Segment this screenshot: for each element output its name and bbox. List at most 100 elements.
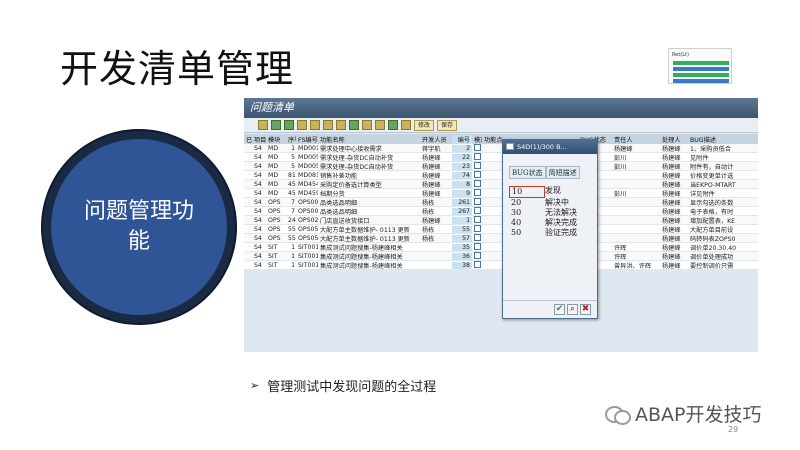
find-icon[interactable] (297, 120, 307, 130)
cell-number: 57 (452, 234, 472, 242)
col-responsible[interactable]: 责任人 (612, 135, 660, 144)
view-icon[interactable] (349, 120, 359, 130)
cell-module: OPS (268, 216, 281, 224)
export-icon[interactable] (362, 120, 372, 130)
cancel-icon[interactable]: ✖ (580, 304, 591, 315)
cell-handler: 杨建峰 (662, 244, 681, 252)
detail-icon[interactable] (474, 152, 481, 160)
cell-function-name: 集成测试问题搜集-杨建峰相关 (320, 262, 403, 270)
cell-seq: 24 (288, 216, 296, 224)
cell-project: S4 (254, 234, 262, 242)
cell-fs-no: OPS024 (298, 216, 318, 224)
table-row[interactable]: S4SIT1SIT001集成测试问题搜集-杨建峰相关3810曾异洪、许辉杨建峰要… (244, 260, 758, 270)
sum-icon[interactable] (310, 120, 320, 130)
cell-function-name: 门店直送收货接口 (320, 217, 370, 225)
status-option[interactable]: 10 发现 (509, 186, 593, 198)
thumbnail-bar (673, 73, 729, 77)
grid-body: S4MD1MD001需求处理中心接收需求蒋宇航210杨建峰杨建峰1、采购员低合S… (244, 143, 758, 270)
detail-icon[interactable] (474, 233, 481, 241)
sap-toolbar: 修改 保存 (244, 118, 758, 133)
detail-icon[interactable] (474, 206, 481, 214)
layout-icon[interactable] (375, 120, 385, 130)
status-text: 发现 (545, 186, 561, 195)
grid-header: 已 项目 模块 序号 FS编号 功能名称 开发人员 编号 模式 功能点 BUG状… (244, 134, 758, 144)
col-module[interactable]: 模块 (266, 135, 286, 144)
col-bug-desc[interactable]: BUG描述 (688, 135, 740, 144)
detail-icon[interactable] (474, 215, 481, 223)
cell-handler: 杨建峰 (662, 199, 681, 207)
search-icon[interactable]: ⌕ (567, 304, 578, 315)
subtotal-icon[interactable] (323, 120, 333, 130)
cell-bug-desc: 附件有，自动计 (690, 163, 734, 171)
edit-button[interactable]: 修改 (414, 119, 435, 131)
cell-bug-desc: 码转码表ZOPS0 (690, 235, 736, 243)
detail-icon[interactable] (474, 188, 481, 196)
filter-icon[interactable] (258, 120, 268, 130)
detail-icon[interactable] (474, 179, 481, 187)
print-icon[interactable] (336, 120, 346, 130)
col-fs-no[interactable]: FS编号 (296, 135, 318, 144)
cell-project: S4 (254, 198, 262, 206)
detail-icon[interactable] (474, 224, 481, 232)
sap-window-title: 问题清单 (244, 98, 758, 118)
cell-mode (472, 152, 482, 162)
cell-function-name: 集成测试问题搜集-杨建峰相关 (320, 253, 403, 261)
detail-icon[interactable] (474, 242, 481, 250)
confirm-icon[interactable]: ✔ (554, 304, 565, 315)
settings-icon[interactable] (388, 120, 398, 130)
status-code: 30 (511, 208, 522, 217)
cell-developer: 杨建峰 (422, 154, 441, 162)
col-function-name[interactable]: 功能名称 (318, 135, 420, 144)
cell-handler: 杨建峰 (662, 154, 681, 162)
cell-responsible: 许辉 (614, 253, 627, 261)
col-project[interactable]: 项目 (252, 135, 266, 144)
cell-developer: 杨栋 (422, 235, 435, 243)
status-code: 10 (509, 186, 545, 198)
cell-fs-no: OPS007 (298, 207, 318, 215)
cell-function-name: 需求处理-杂货DC自动补货 (320, 163, 394, 171)
detail-icon[interactable] (401, 120, 411, 130)
cell-handler: 杨建峰 (662, 190, 681, 198)
status-help-popup: S4D(1)/300 B... BUG状态 简短描述 10 发现 20 解决中 30 无法… (502, 139, 598, 319)
detail-icon[interactable] (474, 170, 481, 178)
detail-icon[interactable] (474, 143, 481, 151)
col-mode[interactable]: 模式 (472, 135, 482, 144)
cell-mode (472, 161, 482, 171)
cell-project: S4 (254, 171, 262, 179)
detail-icon[interactable] (474, 161, 481, 169)
status-option[interactable]: 40 解决完成 (509, 218, 593, 228)
cell-mode (472, 179, 482, 189)
topic-circle: 问题管理功能 (43, 131, 235, 323)
sort-desc-icon[interactable] (284, 120, 294, 130)
cell-project: S4 (254, 207, 262, 215)
detail-icon[interactable] (474, 260, 481, 268)
popup-title-bar: S4D(1)/300 B... (503, 140, 597, 154)
cell-mode (472, 170, 482, 180)
cell-fs-no: SIT001 (298, 252, 318, 260)
cell-bug-desc: 显示勾选的条数 (690, 199, 734, 207)
cell-bug-desc: 大配方单目前设 (690, 226, 734, 234)
col-number[interactable]: 编号 (452, 134, 472, 144)
cell-seq: 454 (288, 180, 296, 188)
thumbnail-label: Ret(Lt) (672, 52, 689, 58)
cell-number: 22 (452, 153, 472, 161)
cell-bug-desc: 详见附件 (690, 190, 715, 198)
status-option[interactable]: 30 无法解决 (509, 208, 593, 218)
cell-number: 36 (452, 252, 472, 260)
watermark-text: ABAP开发技巧 (635, 404, 762, 426)
sort-asc-icon[interactable] (271, 120, 281, 130)
detail-icon[interactable] (474, 197, 481, 205)
col-seq[interactable]: 序号 (286, 135, 296, 144)
cell-bug-desc: 增加配置表，KE (690, 217, 736, 225)
circle-text: 问题管理功能 (83, 199, 194, 254)
bullet-point: ➢ 管理测试中发现问题的全过程 (250, 376, 436, 395)
cell-number: 1 (452, 216, 472, 224)
col-handler[interactable]: 处理人 (660, 135, 688, 144)
status-option[interactable]: 50 验证完成 (509, 228, 593, 238)
cell-function-name: 采购定价备选计算类型 (320, 181, 382, 189)
cell-seq: 1 (291, 243, 295, 251)
col-developer[interactable]: 开发人员 (420, 135, 452, 144)
detail-icon[interactable] (474, 251, 481, 259)
save-button[interactable]: 保存 (437, 119, 458, 131)
status-option[interactable]: 20 解决中 (509, 198, 593, 208)
